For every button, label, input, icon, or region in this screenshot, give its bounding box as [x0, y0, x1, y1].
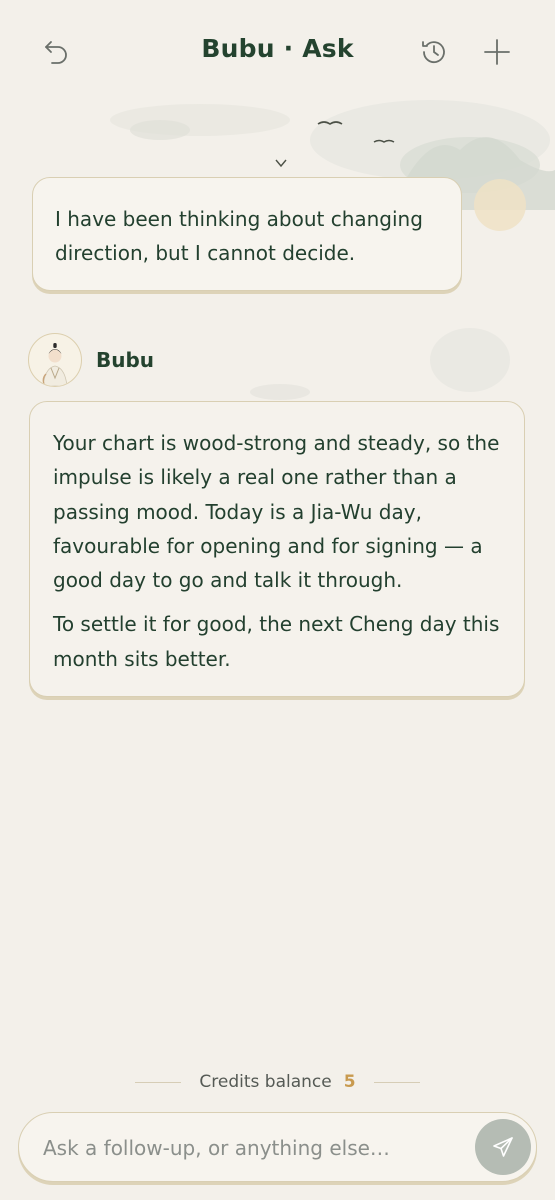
bot-name: Bubu — [96, 348, 155, 372]
app-header: Bubu · Ask — [0, 0, 555, 104]
divider — [373, 1081, 420, 1083]
plus-icon — [484, 39, 510, 65]
page-title: Bubu · Ask — [201, 34, 354, 63]
history-button[interactable] — [414, 32, 454, 72]
message-input[interactable] — [41, 1127, 465, 1169]
bot-message-paragraph: To settle it for good, the next Cheng da… — [53, 612, 500, 671]
new-chat-button[interactable] — [477, 32, 517, 72]
user-message-bubble: I have been thinking about changing dire… — [32, 177, 462, 291]
sage-portrait-icon — [42, 343, 68, 386]
bot-message-paragraph: Your chart is wood-strong and steady, so… — [53, 431, 500, 593]
bot-identity: Bubu — [28, 332, 154, 388]
user-message-text: I have been thinking about changing dire… — [55, 207, 423, 265]
bot-message-bubble: Your chart is wood-strong and steady, so… — [29, 401, 525, 697]
avatar — [28, 333, 82, 387]
credits-label: Credits balance — [199, 1072, 332, 1092]
paper-plane-icon — [493, 1137, 513, 1157]
credits-count: 5 — [343, 1072, 356, 1092]
divider — [135, 1081, 182, 1083]
history-icon — [422, 41, 445, 64]
credits-balance: Credits balance 5 — [0, 1068, 555, 1096]
send-button[interactable] — [475, 1119, 531, 1175]
message-composer — [18, 1112, 537, 1182]
